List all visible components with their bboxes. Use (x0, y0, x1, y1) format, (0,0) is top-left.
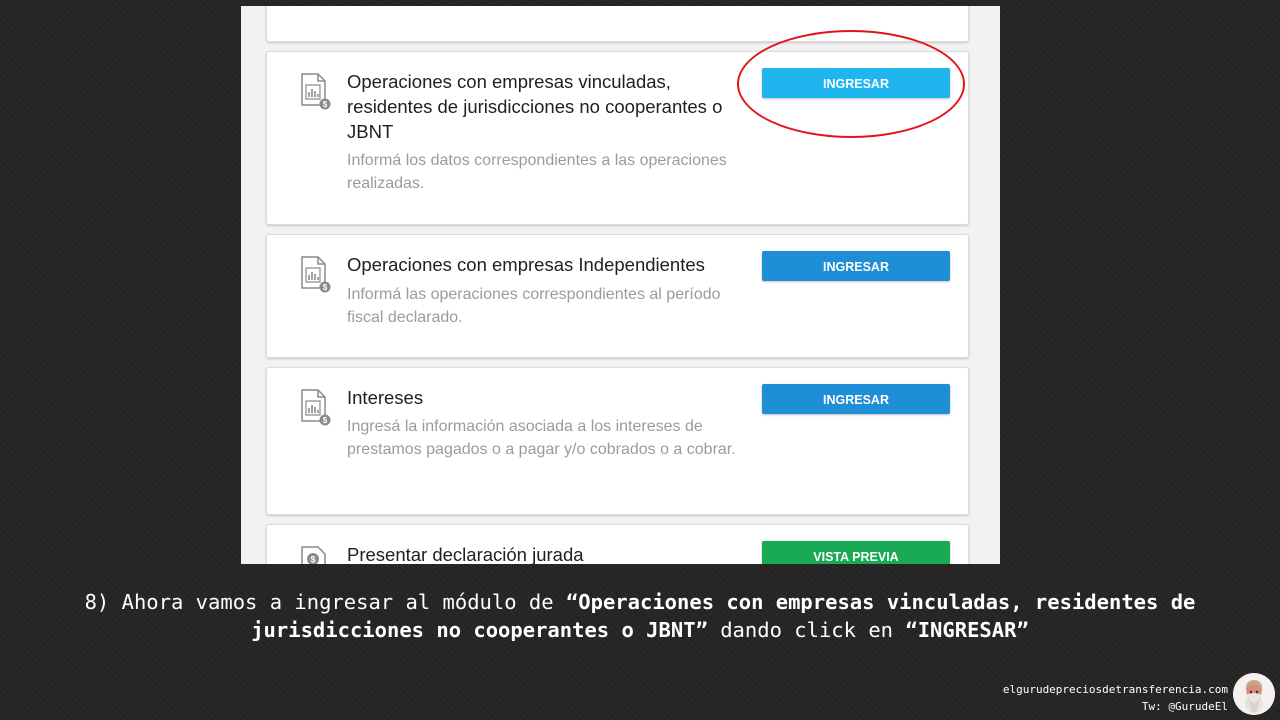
instruction-prefix: 8) Ahora vamos a ingresar al módulo de (84, 590, 566, 614)
svg-text:$: $ (323, 283, 328, 292)
vista-previa-button[interactable]: VISTA PREVIA (762, 541, 950, 564)
card-operaciones-independientes: $ Operaciones con empresas Independiente… (266, 234, 969, 358)
ingresar-button[interactable]: INGRESAR (762, 251, 950, 281)
card-operaciones-vinculadas: $ Operaciones con empresas vinculadas, r… (266, 51, 969, 225)
card-title: Intereses (347, 387, 424, 408)
card-title: Operaciones con empresas vinculadas, res… (347, 71, 723, 142)
instruction-middle: dando click en (707, 618, 906, 642)
card-title: Operaciones con empresas Independientes (347, 254, 705, 275)
svg-text:$: $ (323, 100, 328, 109)
svg-text:$: $ (323, 416, 328, 425)
instruction-action: “INGRESAR” (905, 618, 1029, 642)
author-avatar (1233, 673, 1275, 715)
card-title: Presentar declaración jurada (347, 544, 584, 564)
report-document-icon: $ (301, 73, 331, 110)
report-document-icon: $ (301, 256, 331, 293)
guru-face-icon (1233, 673, 1275, 715)
embedded-screenshot: $ Operaciones con empresas vinculadas, r… (241, 6, 1000, 564)
ingresar-button[interactable]: INGRESAR (762, 384, 950, 414)
card-description: Informá los datos correspondientes a las… (347, 152, 727, 192)
money-document-icon: $ (301, 546, 326, 565)
card-intereses: $ Intereses Ingresá la información asoci… (266, 367, 969, 515)
card-description: Ingresá la información asociada a los in… (347, 418, 736, 458)
previous-card-partial (266, 6, 969, 42)
svg-text:$: $ (310, 555, 315, 565)
ingresar-button[interactable]: INGRESAR (762, 68, 950, 98)
footer-credits: elgurudepreciosdetransferencia.com Tw: @… (1003, 681, 1228, 715)
card-description: Informá las operaciones correspondientes… (347, 286, 721, 326)
report-document-icon: $ (301, 389, 331, 426)
twitter-handle: Tw: @GurudeEl (1141, 700, 1228, 713)
card-presentar-ddjj: $ Presentar declaración jurada VISTA PRE… (266, 524, 969, 564)
instruction-text: 8) Ahora vamos a ingresar al módulo de “… (40, 588, 1240, 644)
website-url: elgurudepreciosdetransferencia.com (1002, 683, 1228, 696)
